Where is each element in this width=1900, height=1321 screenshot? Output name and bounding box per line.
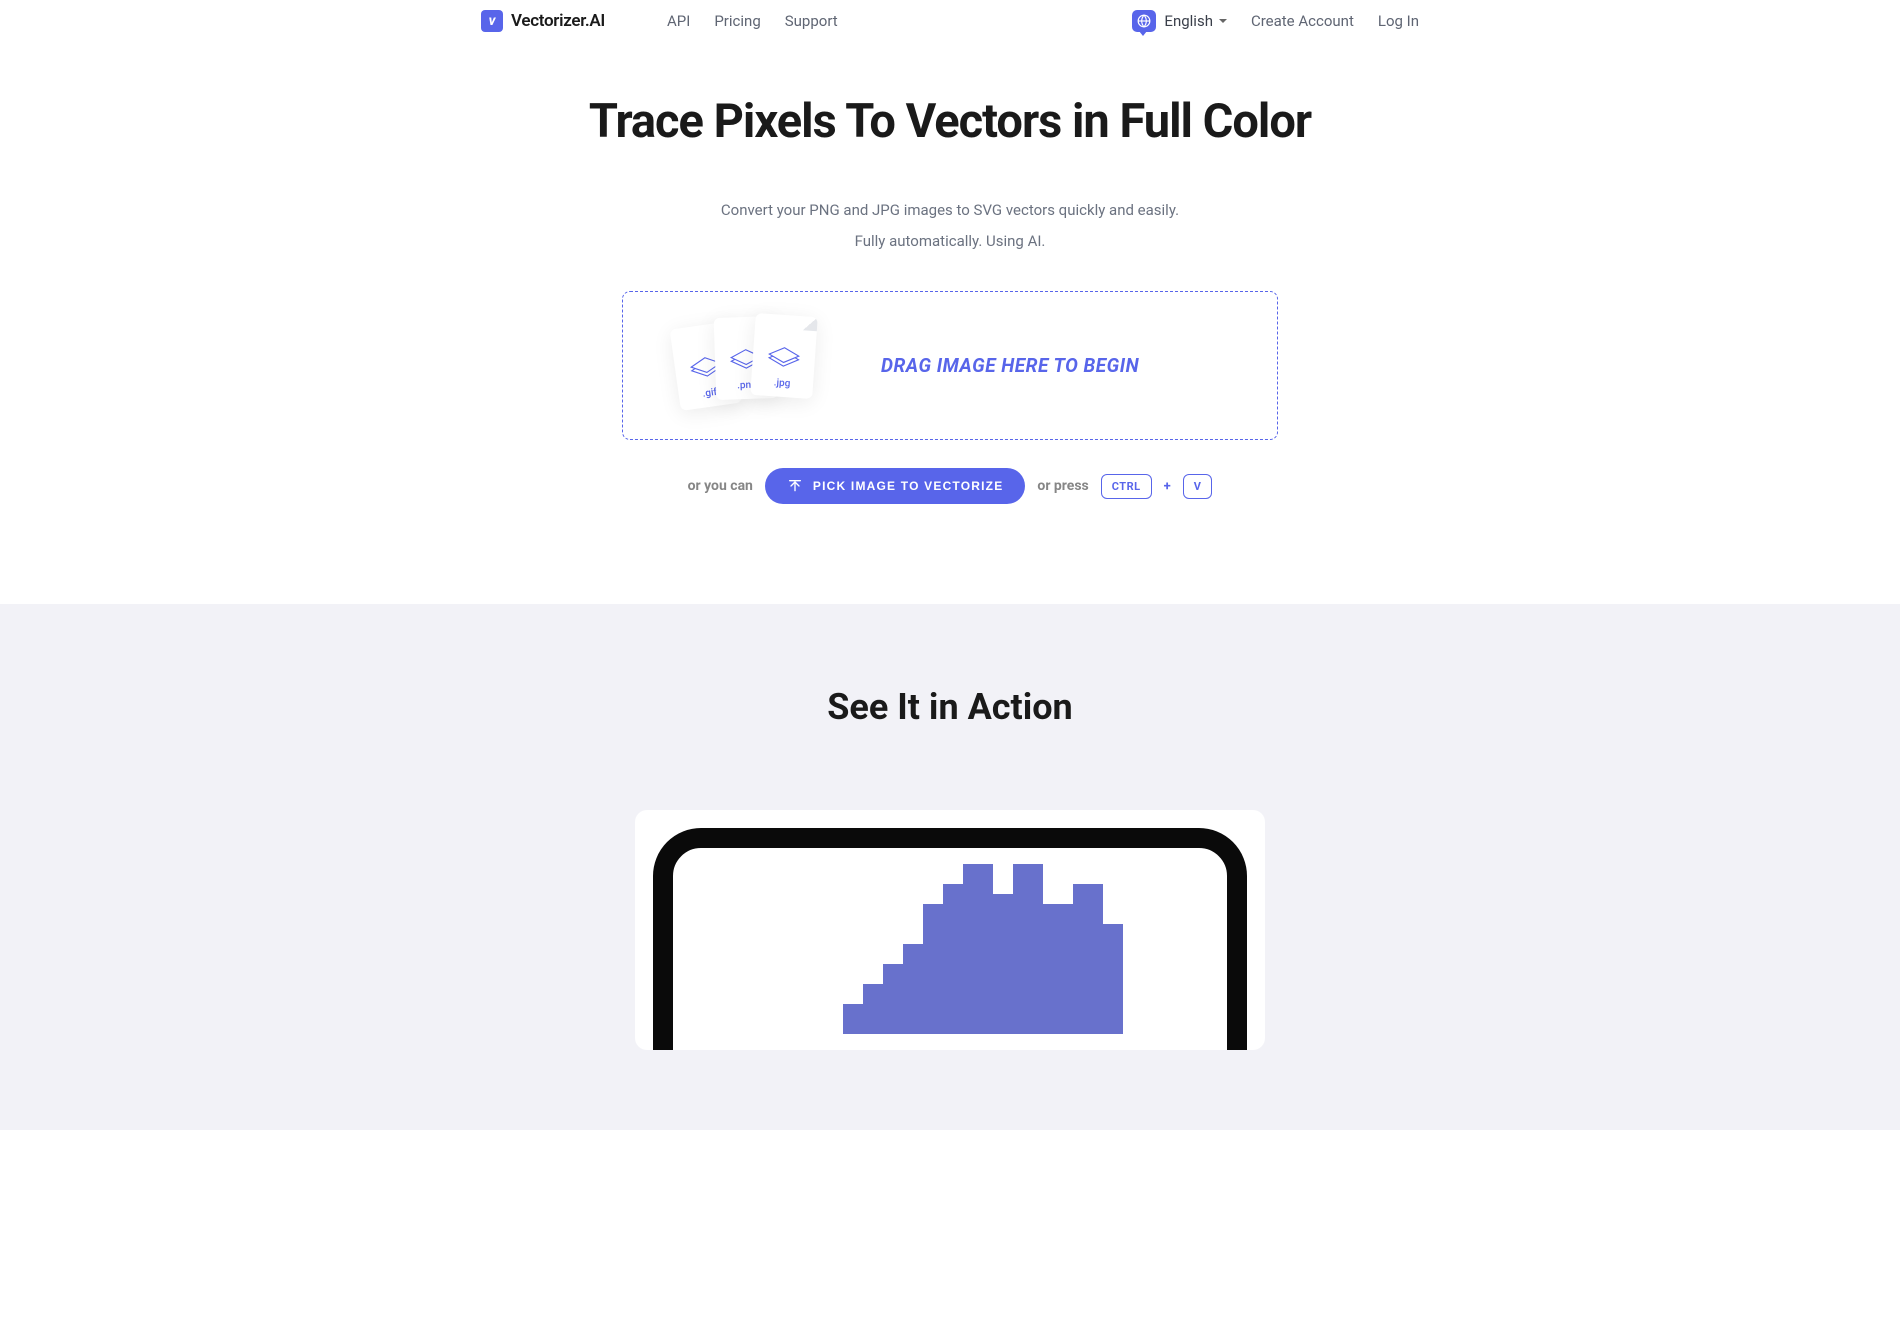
upload-icon [787,478,803,494]
nav-support[interactable]: Support [785,12,838,30]
file-stack-illustration: .gif .png .jpg [673,311,833,421]
file-ext-jpg: .jpg [773,377,790,389]
globe-icon [1132,10,1156,32]
isometric-icon [764,342,804,369]
demo-pixelated-shape [775,854,1125,1034]
hero-subtitle: Convert your PNG and JPG images to SVG v… [0,197,1900,255]
logo-icon: v [481,10,503,32]
pick-button-label: PICK IMAGE TO VECTORIZE [813,479,1004,493]
hero-subtitle-line2: Fully automatically. Using AI. [0,228,1900,255]
see-it-in-action-section: See It in Action [0,604,1900,1130]
header: v Vectorizer.AI API Pricing Support Engl… [292,0,1608,42]
dropzone[interactable]: .gif .png .jpg DRAG IMAGE HERE TO BEGIN [622,291,1278,440]
demo-box [635,810,1265,1050]
pick-image-button[interactable]: PICK IMAGE TO VECTORIZE [765,468,1026,504]
language-selector[interactable]: English [1132,10,1227,32]
create-account-link[interactable]: Create Account [1251,12,1354,30]
section-2-title: See It in Action [0,686,1900,728]
dropzone-text: DRAG IMAGE HERE TO BEGIN [881,354,1139,377]
file-card-jpg: .jpg [750,312,818,398]
hero-section: Trace Pixels To Vectors in Full Color Co… [0,42,1900,504]
nav-links: API Pricing Support [667,12,838,30]
kbd-v: V [1183,474,1213,499]
hero-subtitle-line1: Convert your PNG and JPG images to SVG v… [0,197,1900,224]
kbd-plus: + [1164,479,1171,494]
demo-inner [653,828,1247,1050]
chevron-down-icon [1219,19,1227,23]
logo-text: Vectorizer.AI [511,11,605,31]
header-right: English Create Account Log In [1132,10,1419,32]
action-row: or you can PICK IMAGE TO VECTORIZE or pr… [622,468,1278,504]
nav-api[interactable]: API [667,12,690,30]
helper-or-you-can: or you can [688,478,753,494]
helper-or-press: or press [1037,478,1088,494]
logo[interactable]: v Vectorizer.AI [481,10,605,32]
kbd-ctrl: CTRL [1101,474,1152,499]
hero-title: Trace Pixels To Vectors in Full Color [0,94,1900,149]
login-link[interactable]: Log In [1378,12,1419,30]
nav-pricing[interactable]: Pricing [714,12,760,30]
language-label: English [1164,12,1213,30]
